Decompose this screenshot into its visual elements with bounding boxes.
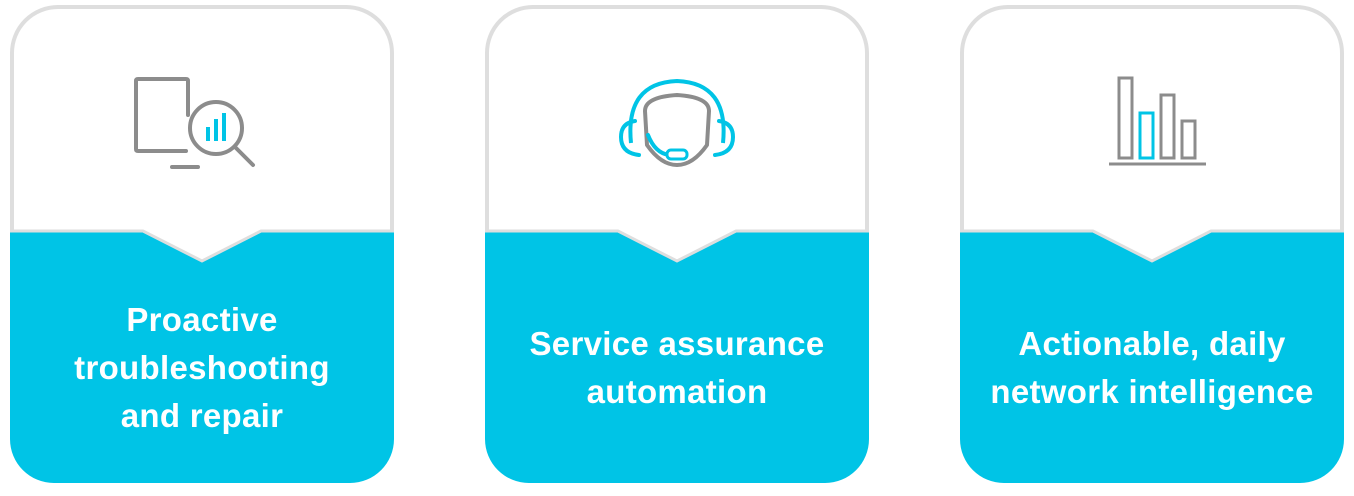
card-label-text: Actionable, daily network intelligence — [990, 325, 1314, 410]
feature-card-network-intelligence: Actionable, daily network intelligence — [960, 5, 1344, 483]
card-label: Service assurance automation — [495, 263, 859, 473]
bar-chart-icon — [1109, 76, 1206, 166]
card-label-text: Proactive troubleshooting and repair — [74, 301, 330, 434]
feature-card-service-assurance: Service assurance automation — [485, 5, 869, 483]
feature-card-troubleshooting: Proactive troubleshooting and repair — [10, 5, 394, 483]
card-label-text: Service assurance automation — [529, 325, 825, 410]
card-label: Proactive troubleshooting and repair — [20, 263, 384, 473]
monitor-magnifier-chart-icon — [134, 77, 255, 169]
card-label: Actionable, daily network intelligence — [970, 263, 1334, 473]
headset-agent-icon — [618, 78, 736, 167]
